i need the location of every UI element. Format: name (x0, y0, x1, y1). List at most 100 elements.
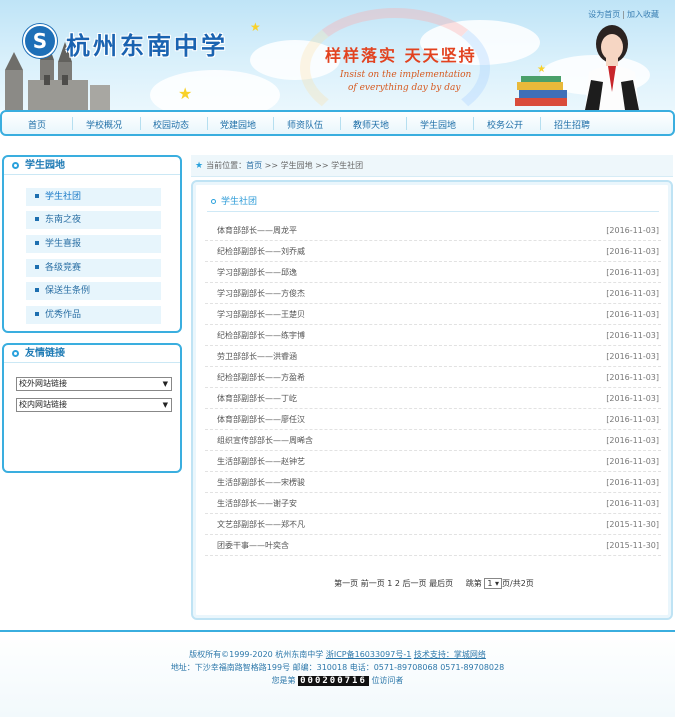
list-item-title[interactable]: 生活部副部长——宋楞骏 (217, 472, 305, 493)
list-item[interactable]: 体育部副部长——丁屹 [2016-11-03] (205, 388, 661, 409)
list-item-date: [2016-11-03] (606, 226, 659, 235)
nav-divider (473, 117, 474, 130)
nav-item-home[interactable]: 首页 (28, 118, 46, 131)
circle-bullet-icon (12, 162, 19, 169)
sidebar-item-night[interactable]: 东南之夜 (26, 211, 161, 229)
pager-last[interactable]: 最后页 (429, 579, 453, 588)
list-item-date: [2016-11-03] (606, 352, 659, 361)
list-item-title[interactable]: 组织宣传部部长——周晞含 (217, 430, 313, 451)
list-item-title[interactable]: 劳卫部部长——洪睿涵 (217, 346, 297, 367)
circle-bullet-icon (211, 199, 216, 204)
pager-page-1[interactable]: 1 (387, 579, 392, 588)
sidebar-item-competitions[interactable]: 各级竞赛 (26, 259, 161, 277)
list-item-date: [2015-11-30] (606, 520, 659, 529)
list-item[interactable]: 体育部部长——周龙平 [2016-11-03] (205, 220, 661, 241)
sidebar-student-section: 学生园地 学生社团 东南之夜 学生喜报 各级竞赛 保送生条例 优秀作品 (2, 155, 182, 333)
nav-item-students[interactable]: 学生园地 (420, 118, 456, 131)
nav-item-teachers[interactable]: 教师天地 (353, 118, 389, 131)
cloud-decoration (150, 70, 280, 110)
list-item[interactable]: 生活部副部长——宋楞骏 [2016-11-03] (205, 472, 661, 493)
square-bullet-icon (35, 288, 39, 292)
list-item-title[interactable]: 体育部副部长——丁屹 (217, 388, 297, 409)
star-icon: ★ (178, 84, 193, 103)
sidebar-item-recommendation[interactable]: 保送生条例 (26, 282, 161, 300)
sidebar-item-good-news[interactable]: 学生喜报 (26, 235, 161, 253)
footer-support-link[interactable]: 技术支持：掌城网络 (414, 650, 486, 659)
slogan-chinese: 样样落实 天天坚持 (325, 46, 477, 65)
square-bullet-icon (35, 217, 39, 221)
list-item-title[interactable]: 团委干事——叶奕含 (217, 535, 289, 556)
list-item-date: [2016-11-03] (606, 331, 659, 340)
list-item-date: [2016-11-03] (606, 289, 659, 298)
content-panel: 学生社团 体育部部长——周龙平 [2016-11-03] 纪检部副部长——刘乔威 [2… (191, 180, 673, 620)
list-item-date: [2016-11-03] (606, 394, 659, 403)
header-banner: S 杭州东南中学 ★ ★ ★ 样样落实 天天坚持 Insist on the i… (0, 0, 675, 110)
list-item-title[interactable]: 体育部副部长——廖任汉 (217, 409, 305, 430)
sidebar-item-clubs[interactable]: 学生社团 (26, 188, 161, 206)
nav-divider (273, 117, 274, 130)
add-favorite-link[interactable]: 加入收藏 (627, 10, 659, 19)
breadcrumb-level3: 学生社团 (331, 161, 364, 170)
list-item[interactable]: 团委干事——叶奕含 [2015-11-30] (205, 535, 661, 556)
list-item-date: [2016-11-03] (606, 436, 659, 445)
pager-first[interactable]: 第一页 (334, 579, 358, 588)
sidebar-section-title: 学生园地 (4, 157, 180, 175)
list-item-title[interactable]: 学习部副部长——王楚贝 (217, 304, 305, 325)
list-item-date: [2016-11-03] (606, 373, 659, 382)
star-icon: ★ (250, 20, 261, 34)
nav-item-admissions[interactable]: 招生招聘 (554, 118, 590, 131)
square-bullet-icon (35, 194, 39, 198)
list-item[interactable]: 体育部副部长——廖任汉 [2016-11-03] (205, 409, 661, 430)
nav-item-about[interactable]: 学校概况 (86, 118, 122, 131)
list-item[interactable]: 纪检部副部长——练宇博 [2016-11-03] (205, 325, 661, 346)
breadcrumb-level2[interactable]: 学生园地 (281, 161, 313, 170)
pager-page-select[interactable]: 1 ▾ (484, 578, 503, 589)
pager-prev[interactable]: 前一页 (361, 579, 385, 588)
list-item-title[interactable]: 纪检部副部长——方盈希 (217, 367, 305, 388)
pagination: 第一页 前一页 1 2 后一页 最后页 跳第 1 ▾ 页/共2页 (193, 578, 675, 589)
list-item-title[interactable]: 体育部部长——周龙平 (217, 220, 297, 241)
student-illustration (585, 25, 639, 110)
list-item[interactable]: 纪检部副部长——方盈希 [2016-11-03] (205, 367, 661, 388)
nav-item-affairs[interactable]: 校务公开 (487, 118, 523, 131)
list-item[interactable]: 学习部副部长——邱逸 [2016-11-03] (205, 262, 661, 283)
list-item-title[interactable]: 生活部部长——谢子安 (217, 493, 297, 514)
nav-divider (140, 117, 141, 130)
list-item[interactable]: 生活部部长——谢子安 [2016-11-03] (205, 493, 661, 514)
list-item-date: [2016-11-03] (606, 499, 659, 508)
list-item[interactable]: 学习部副部长——王楚贝 [2016-11-03] (205, 304, 661, 325)
list-item-title[interactable]: 学习部副部长——邱逸 (217, 262, 297, 283)
star-icon: ★ (537, 64, 546, 75)
pager-page-2[interactable]: 2 (395, 579, 400, 588)
internal-links-select[interactable]: 校内网站链接 ▼ (16, 398, 172, 412)
nav-item-news[interactable]: 校园动态 (153, 118, 189, 131)
nav-item-party[interactable]: 党建园地 (220, 118, 256, 131)
external-links-select[interactable]: 校外网站链接 ▼ (16, 377, 172, 391)
list-item-title[interactable]: 纪检部副部长——刘乔威 (217, 241, 305, 262)
pager-suffix: 页/共2页 (502, 579, 534, 588)
list-item[interactable]: 劳卫部部长——洪睿涵 [2016-11-03] (205, 346, 661, 367)
list-item[interactable]: 纪检部副部长——刘乔威 [2016-11-03] (205, 241, 661, 262)
list-item[interactable]: 文艺部副部长——郑不凡 [2015-11-30] (205, 514, 661, 535)
dropdown-arrow-icon: ▼ (162, 380, 168, 388)
pager-next[interactable]: 后一页 (403, 579, 427, 588)
nav-item-faculty[interactable]: 师资队伍 (287, 118, 323, 131)
footer-icp-link[interactable]: 浙ICP备16033097号-1 (326, 650, 411, 659)
list-item[interactable]: 生活部副部长——赵钟艺 [2016-11-03] (205, 451, 661, 472)
nav-divider (72, 117, 73, 130)
footer-address: 地址：下沙幸福南路智格路199号 邮编：310018 电话：0571-89708… (170, 663, 505, 672)
list-item-date: [2016-11-03] (606, 478, 659, 487)
visitor-counter: 000200716 (298, 675, 369, 686)
breadcrumb-home-link[interactable]: 首页 (246, 161, 262, 170)
list-item-title[interactable]: 生活部副部长——赵钟艺 (217, 451, 305, 472)
set-homepage-link[interactable]: 设为首页 (588, 10, 620, 19)
pager-goto-label: 跳第 (465, 579, 482, 588)
list-item[interactable]: 学习部副部长——方俊杰 [2016-11-03] (205, 283, 661, 304)
school-logo[interactable]: S (23, 24, 57, 58)
list-item-title[interactable]: 学习部副部长——方俊杰 (217, 283, 305, 304)
sidebar-item-works[interactable]: 优秀作品 (26, 306, 161, 324)
list-item[interactable]: 组织宣传部部长——周晞含 [2016-11-03] (205, 430, 661, 451)
nav-divider (406, 117, 407, 130)
list-item-title[interactable]: 纪检部副部长——练宇博 (217, 325, 305, 346)
list-item-title[interactable]: 文艺部副部长——郑不凡 (217, 514, 305, 535)
